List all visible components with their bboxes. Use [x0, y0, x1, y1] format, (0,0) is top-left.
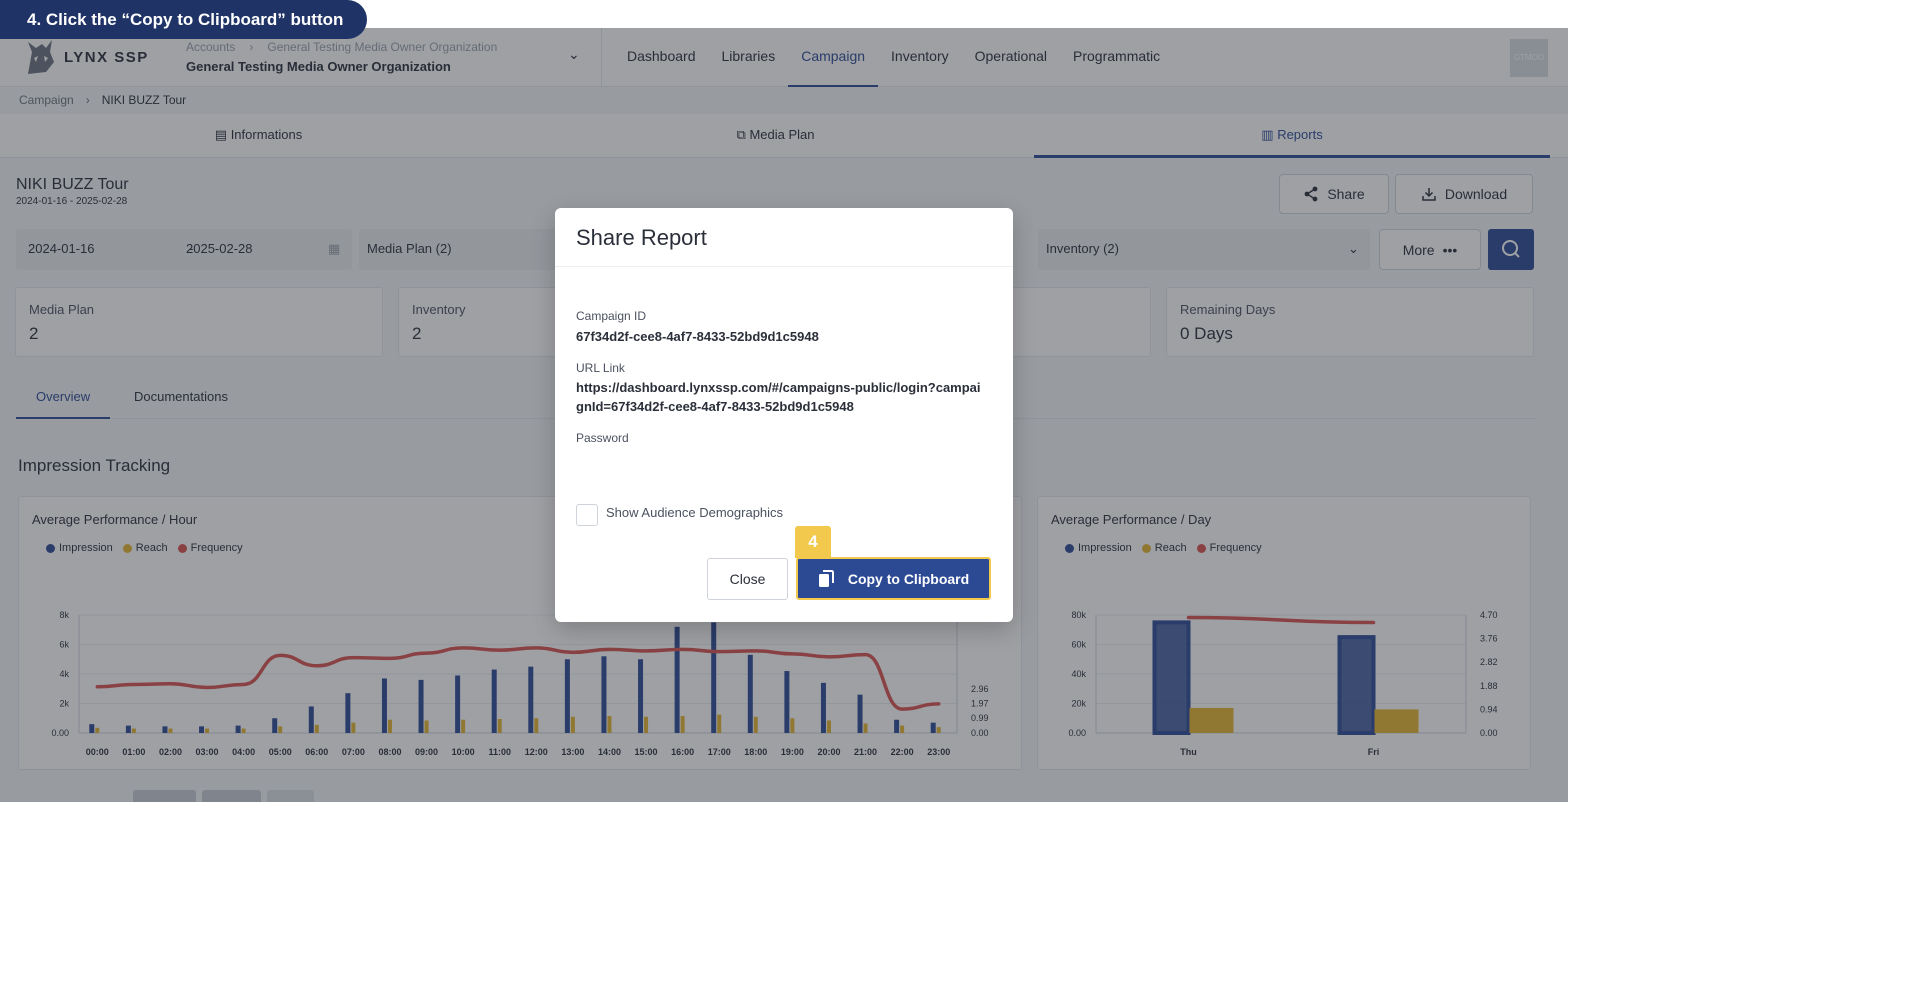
campaign-id-label: Campaign ID	[576, 309, 647, 323]
step-instruction: 4. Click the “Copy to Clipboard” button	[0, 0, 368, 39]
url-link-value: https://dashboard.lynxssp.com/#/campaign…	[576, 380, 981, 414]
show-audience-demographics-checkbox[interactable]	[576, 504, 598, 526]
copy-to-clipboard-button[interactable]: Copy to Clipboard	[796, 557, 991, 600]
show-audience-demographics-label[interactable]: Show Audience Demographics	[606, 505, 783, 520]
copy-to-clipboard-label: Copy to Clipboard	[847, 570, 970, 587]
step-banner: 4. Click the “Copy to Clipboard” button	[0, 0, 1568, 39]
share-report-modal: Share Report Campaign ID 67f34d2f-cee8-4…	[555, 208, 1013, 622]
url-link-label: URL Link	[576, 361, 625, 375]
campaign-id-value: 67f34d2f-cee8-4af7-8433-52bd9d1c5948	[576, 329, 819, 344]
close-button[interactable]: Close	[707, 558, 788, 600]
clipboard-icon	[818, 569, 834, 587]
close-button-label: Close	[729, 571, 766, 587]
modal-divider	[555, 266, 1013, 267]
password-label: Password	[576, 431, 629, 445]
step-badge: 4	[795, 526, 831, 558]
modal-title: Share Report	[576, 225, 707, 250]
